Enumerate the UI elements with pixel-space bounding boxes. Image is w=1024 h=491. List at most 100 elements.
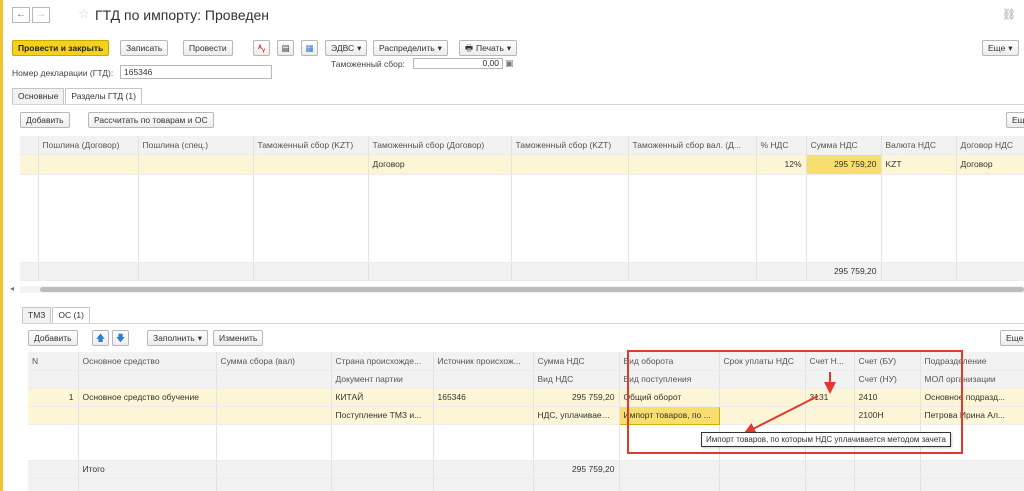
chevron-down-icon: ▾	[506, 43, 512, 53]
tab-os[interactable]: ОС (1)	[52, 307, 90, 323]
fill-menu-button[interactable]: Заполнить ▾	[147, 330, 209, 346]
table-header-cell: Источник происхож...	[433, 352, 534, 371]
table-cell[interactable]	[253, 154, 369, 175]
table-header-cell: Сумма НДС	[533, 352, 620, 371]
table-cell[interactable]: Договор	[368, 154, 512, 175]
table-cell[interactable]: 12%	[756, 154, 807, 175]
favorite-star-icon[interactable]: ☆	[78, 6, 90, 22]
chevron-down-icon: ▾	[197, 333, 203, 343]
table-header-cell: Пошлина (спец.)	[138, 136, 254, 155]
structure-icon[interactable]: ▦	[301, 40, 318, 56]
tab-gtd-sections[interactable]: Разделы ГТД (1)	[65, 88, 142, 104]
table-header-cell: Основное средство	[78, 352, 217, 371]
print-label: Печать	[476, 43, 504, 53]
add-os-button[interactable]: Добавить	[28, 330, 78, 346]
tab-tmz[interactable]: ТМЗ	[22, 307, 52, 323]
table-header-cell: Сумма НДС	[806, 136, 882, 155]
table-header-cell: Таможенный сбор (KZT)	[511, 136, 629, 155]
table-cell[interactable]: 295 759,20	[806, 154, 882, 175]
calculator-icon[interactable]: ▣	[505, 58, 514, 69]
table-header-cell	[28, 370, 79, 389]
link-icon[interactable]: ⛓	[1002, 8, 1016, 21]
customs-fee-label: Таможенный сбор:	[331, 59, 405, 69]
empty-area	[20, 174, 1024, 263]
table-row[interactable]: Договор 12% 295 759,20 KZT Договор	[20, 154, 1024, 175]
sections-more-button[interactable]: Ещ	[1006, 112, 1024, 128]
chevron-down-icon: ▾	[437, 43, 442, 53]
table-cell[interactable]	[433, 406, 534, 425]
more-label: Еще	[988, 43, 1006, 53]
chevron-down-icon: ▾	[357, 43, 362, 53]
table-header-cell: Таможенный сбор (Договор)	[368, 136, 512, 155]
table-cell[interactable]: KZT	[881, 154, 957, 175]
table-cell[interactable]: Поступление ТМЗ и...	[331, 406, 434, 425]
table-cell[interactable]: 1	[28, 388, 79, 407]
table-cell[interactable]	[216, 406, 332, 425]
table-cell[interactable]: КИТАЙ	[331, 388, 434, 407]
page-title: ГТД по импорту: Проведен	[95, 7, 270, 23]
table-header-cell: Пошлина (Договор)	[38, 136, 139, 155]
table-header-cell	[20, 136, 39, 155]
forward-button[interactable]: →	[32, 7, 50, 23]
declaration-number-label: Номер декларации (ГТД):	[12, 68, 114, 78]
table-cell[interactable]	[38, 154, 139, 175]
table-cell[interactable]	[511, 154, 629, 175]
dt-kt-icon[interactable]: ᴬᵧ	[253, 40, 270, 56]
chevron-down-icon: ▾	[1008, 43, 1013, 53]
change-button[interactable]: Изменить	[213, 330, 264, 346]
table-header-cell: Документ партии	[331, 370, 434, 389]
table-header-cell: % НДС	[756, 136, 807, 155]
edvs-menu-button[interactable]: ЭДВС ▾	[325, 40, 368, 56]
edvs-label: ЭДВС	[331, 43, 355, 53]
tab-main[interactable]: Основные	[12, 88, 65, 104]
move-down-icon[interactable]: 🡇	[112, 330, 129, 346]
table-cell[interactable]	[78, 406, 217, 425]
table-footer-row	[28, 478, 1024, 491]
table-cell[interactable]: 165346	[433, 388, 534, 407]
footer-total: 295 759,20	[806, 262, 882, 281]
table-footer-row: 295 759,20	[20, 262, 1024, 281]
tooltip: Импорт товаров, по которым НДС уплачивае…	[701, 432, 951, 447]
report-icon[interactable]: ▤	[277, 40, 294, 56]
distribute-label: Распределить	[379, 43, 435, 53]
table-header-cell: Договор НДС	[956, 136, 1024, 155]
footer-total-label: Итого	[78, 460, 217, 479]
table-cell[interactable]: Основное средство обучение	[78, 388, 217, 407]
move-up-icon[interactable]: 🡅	[92, 330, 109, 346]
scroll-left-icon[interactable]: ◂	[10, 284, 14, 293]
os-more-button[interactable]: Еще	[1000, 330, 1024, 346]
table-header-cell: Страна происхожде...	[331, 352, 434, 371]
add-section-button[interactable]: Добавить	[20, 112, 70, 128]
table-cell[interactable]	[628, 154, 757, 175]
distribute-menu-button[interactable]: Распределить ▾	[373, 40, 448, 56]
back-button[interactable]: ←	[12, 7, 30, 23]
subtabs-divider	[22, 323, 1024, 324]
table-header-cell: Таможенный сбор (KZT)	[253, 136, 369, 155]
save-button[interactable]: Записать	[120, 40, 169, 56]
calculate-button[interactable]: Рассчитать по товарам и ОС	[88, 112, 214, 128]
tabs-divider	[12, 104, 1024, 105]
table-cell[interactable]	[216, 388, 332, 407]
horizontal-scrollbar[interactable]	[20, 286, 1024, 293]
table-cell[interactable]	[138, 154, 254, 175]
table-cell[interactable]: 295 759,20	[533, 388, 620, 407]
table-cell[interactable]: НДС, уплачиваем...	[533, 406, 620, 425]
table-cell[interactable]	[20, 154, 39, 175]
customs-fee-field[interactable]: 0,00	[413, 58, 503, 69]
table-header-row: Пошлина (Договор) Пошлина (спец.) Таможе…	[20, 136, 1024, 155]
declaration-number-field[interactable]: 165346	[120, 65, 272, 79]
table-header-cell: N	[28, 352, 79, 371]
post-button[interactable]: Провести	[183, 40, 233, 56]
left-accent-bar	[0, 0, 3, 491]
table-header-cell: Валюта НДС	[881, 136, 957, 155]
print-menu-button[interactable]: 🖶 Печать ▾	[459, 40, 518, 56]
table-header-cell: Таможенный сбор вал. (Д...	[628, 136, 757, 155]
printer-icon: 🖶	[465, 43, 474, 53]
table-header-cell	[78, 370, 217, 389]
scrollbar-thumb[interactable]	[40, 287, 1024, 292]
post-and-close-button[interactable]: Провести и закрыть	[12, 40, 110, 56]
table-header-cell	[433, 370, 534, 389]
more-menu-button[interactable]: Еще ▾	[982, 40, 1019, 56]
table-cell[interactable]: Договор	[956, 154, 1024, 175]
table-cell[interactable]	[28, 406, 79, 425]
